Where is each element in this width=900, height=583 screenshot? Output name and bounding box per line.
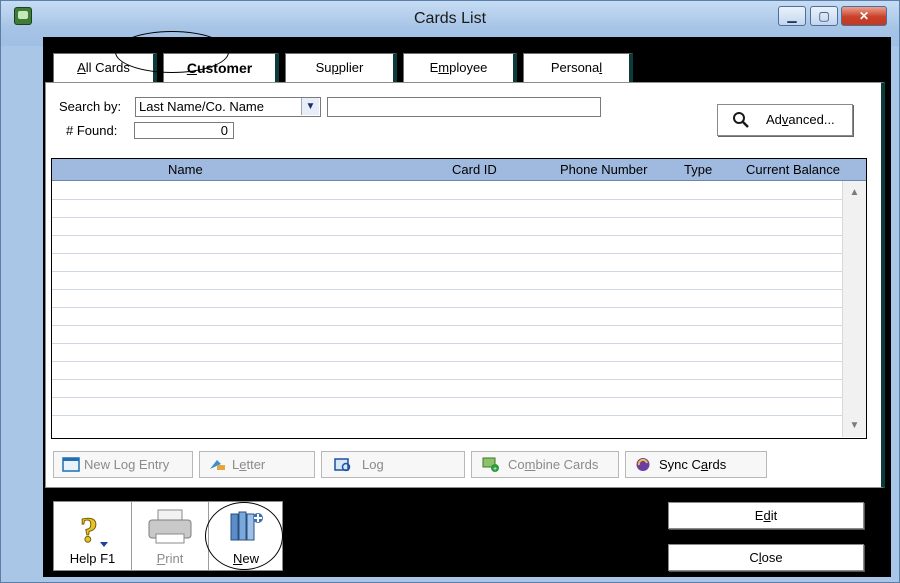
- edit-label: it: [770, 508, 778, 523]
- window-title: Cards List: [413, 10, 487, 27]
- table-row: [52, 325, 842, 326]
- log-entry-icon: [62, 457, 80, 472]
- found-count: 0: [134, 122, 234, 139]
- maximize-button[interactable]: ▢: [810, 6, 838, 26]
- table-row: [52, 217, 842, 218]
- cards-table[interactable]: Name Card ID Phone Number Type Current B…: [51, 158, 867, 439]
- tab-label: Su: [315, 60, 332, 75]
- letter-label: tter: [246, 457, 266, 472]
- column-header-phone[interactable]: Phone Number: [560, 162, 647, 177]
- tab-employee[interactable]: Employee: [403, 53, 517, 83]
- table-row: [52, 343, 842, 344]
- tab-label: plier: [338, 60, 364, 75]
- log-button[interactable]: Log: [321, 451, 465, 478]
- print-button[interactable]: Print: [132, 502, 208, 570]
- svg-text:?: ?: [80, 510, 98, 548]
- new-log-entry-label: New Log Entry: [84, 457, 170, 472]
- advanced-button[interactable]: Advanced...: [717, 104, 853, 136]
- tab-label-mnemonic: m: [438, 60, 450, 75]
- scroll-up-icon[interactable]: ▲: [846, 184, 863, 201]
- table-row: [52, 199, 842, 200]
- annotation-oval: [205, 502, 283, 570]
- tab-label: E: [429, 60, 439, 75]
- edit-label-mnemonic: d: [763, 508, 771, 523]
- log-label: Log: [362, 457, 384, 472]
- close-button[interactable]: Close: [668, 544, 864, 571]
- table-row: [52, 379, 842, 380]
- letter-icon: [210, 460, 225, 470]
- minimize-button[interactable]: ▁: [778, 6, 806, 26]
- combine-cards-label-mnemonic: m: [524, 457, 536, 472]
- column-header-balance[interactable]: Current Balance: [746, 162, 840, 177]
- table-row: [52, 235, 842, 236]
- scroll-down-icon[interactable]: ▼: [846, 417, 863, 434]
- combine-cards-icon: +: [482, 457, 499, 472]
- annotation-oval: [115, 31, 229, 73]
- printer-icon: [148, 509, 192, 544]
- cards-list-window: Cards List ▁ ▢ ✕ All Cards Customer Supp…: [0, 0, 900, 583]
- log-icon: [334, 458, 351, 472]
- table-row: [52, 271, 842, 272]
- help-icon: ?: [80, 510, 108, 548]
- svg-text:+: +: [493, 466, 497, 472]
- table-row: [52, 253, 842, 254]
- vertical-scrollbar[interactable]: ▲ ▼: [842, 181, 866, 437]
- help-button[interactable]: ? Help F1: [54, 502, 131, 570]
- tab-label-mnemonic: l: [599, 60, 603, 75]
- combine-cards-label: Co: [508, 457, 525, 472]
- advanced-label: anced...: [788, 112, 835, 127]
- column-header-card-id[interactable]: Card ID: [452, 162, 497, 177]
- advanced-label: Ad: [766, 112, 782, 127]
- tab-label: Persona: [550, 60, 600, 75]
- search-by-select[interactable]: Last Name/Co. Name: [135, 97, 321, 117]
- close-window-button[interactable]: ✕: [841, 6, 887, 26]
- print-label: Print: [156, 551, 184, 566]
- magnifier-icon: [733, 112, 749, 128]
- search-input[interactable]: [327, 97, 601, 117]
- sync-cards-icon: [636, 458, 650, 471]
- found-label: # Found:: [66, 123, 118, 138]
- sync-cards-label: Sync C: [659, 457, 701, 472]
- tab-label-mnemonic: A: [77, 60, 86, 75]
- help-label: Help F1: [69, 551, 116, 566]
- search-by-label: Search by:: [59, 99, 122, 114]
- tab-personal[interactable]: Personal: [523, 53, 633, 83]
- close-label: ose: [761, 550, 783, 565]
- tab-label: ployee: [449, 60, 488, 75]
- new-log-entry-button[interactable]: New Log Entry: [53, 451, 193, 478]
- combine-cards-label: bine Cards: [535, 457, 599, 472]
- letter-button[interactable]: Letter: [199, 451, 315, 478]
- table-row: [52, 397, 842, 398]
- tab-supplier[interactable]: Supplier: [285, 53, 397, 83]
- column-header-name[interactable]: Name: [168, 162, 203, 177]
- combine-cards-button[interactable]: + Combine Cards: [471, 451, 619, 478]
- edit-button[interactable]: Edit: [668, 502, 864, 529]
- close-label: C: [749, 550, 759, 565]
- sync-cards-button[interactable]: Sync Cards: [625, 451, 767, 478]
- chevron-down-icon[interactable]: ▼: [301, 98, 319, 115]
- sync-cards-label: rds: [708, 457, 727, 472]
- tab-label-mnemonic: p: [331, 60, 339, 75]
- table-row: [52, 361, 842, 362]
- table-header: Name Card ID Phone Number Type Current B…: [52, 159, 866, 181]
- table-row: [52, 415, 842, 416]
- table-row: [52, 307, 842, 308]
- table-row: [52, 289, 842, 290]
- column-header-type[interactable]: Type: [684, 162, 712, 177]
